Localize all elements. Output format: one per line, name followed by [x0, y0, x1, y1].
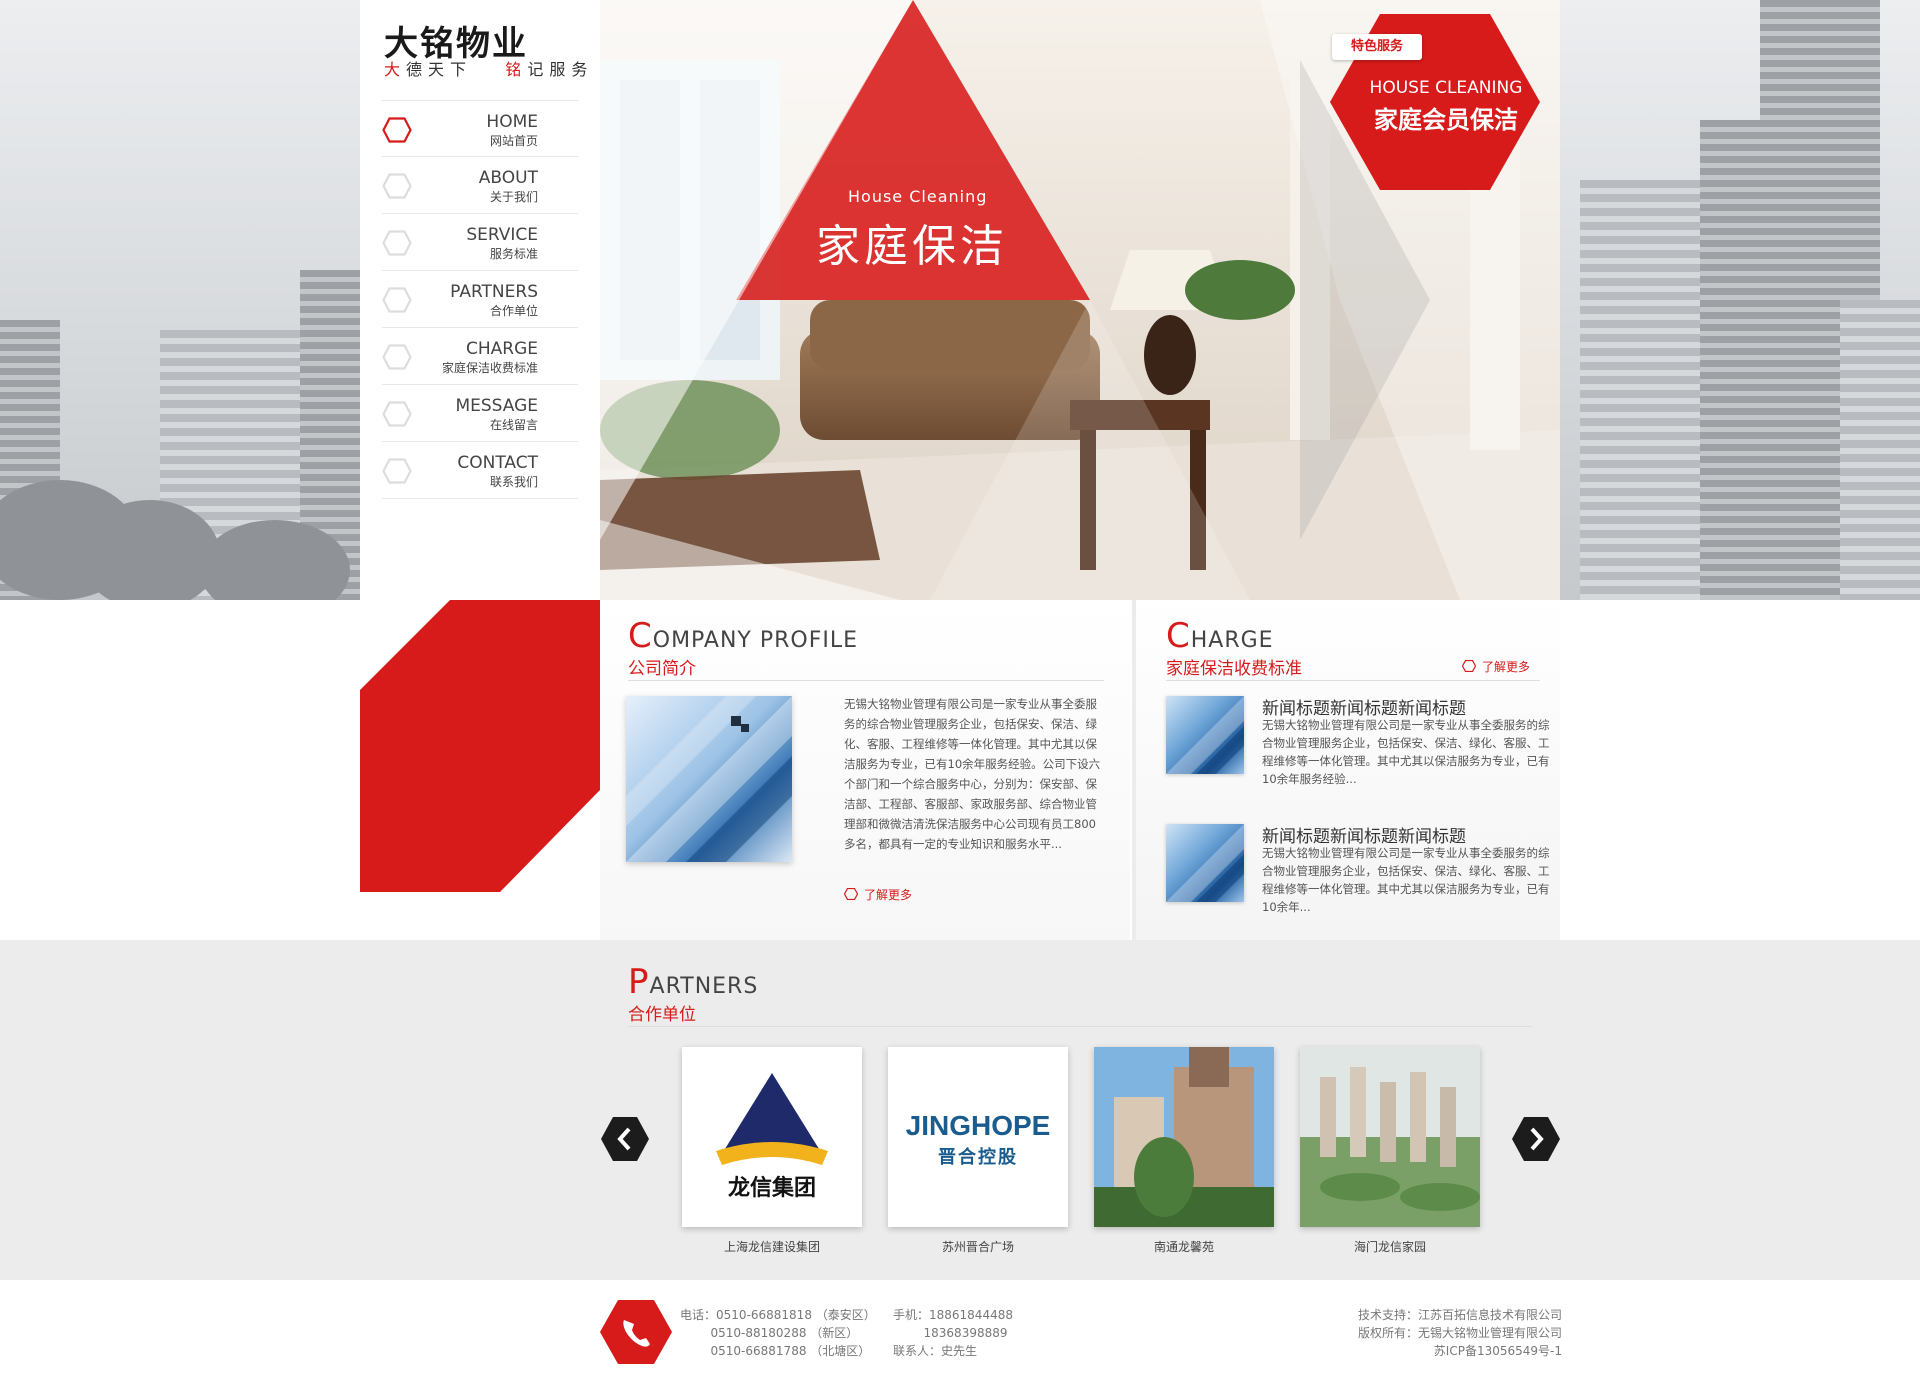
hexagon-icon — [382, 230, 412, 256]
partner-name: 苏州晋合广场 — [941, 1240, 1014, 1254]
partners-title-cn: 合作单位 — [628, 1005, 696, 1025]
news-summary: 无锡大铭物业管理有限公司是一家专业从事全委服务的综合物业管理服务企业，包括保安、… — [1262, 846, 1550, 914]
partner-name: 上海龙信建设集团 — [723, 1240, 820, 1254]
page: 大铭物业 大德天下 铭记服务 HOME 网站首页 ABOUT 关于我们 SERVICE 服… — [0, 0, 1920, 1380]
news-thumbnail[interactable] — [1166, 824, 1244, 902]
nav-label-en: HOME — [486, 112, 538, 132]
charge-title: CHARGE — [1166, 616, 1274, 656]
divider — [628, 680, 1104, 681]
charge-panel: CHARGE 家庭保洁收费标准 了解更多 新闻标题新闻标题新闻标题 无锡大铭物业… — [1132, 600, 1560, 940]
hexagon-icon — [844, 888, 858, 900]
profile-text: 无锡大铭物业管理有限公司是一家专业从事全委服务的综合物业管理服务企业，包括保安、… — [844, 697, 1101, 851]
carousel-next-button[interactable] — [1512, 1117, 1560, 1161]
nav-item-charge[interactable]: CHARGE 家庭保洁收费标准 — [382, 328, 578, 385]
sidebar: 大铭物业 大德天下 铭记服务 HOME 网站首页 ABOUT 关于我们 SERVICE 服… — [360, 0, 600, 600]
jinghope-logo: JINGHOPE 晋合控股 — [906, 1110, 1051, 1168]
svg-text:龙信集团: 龙信集团 — [728, 1175, 816, 1201]
nav-label-en: SERVICE — [466, 225, 538, 245]
nav-item-partners[interactable]: PARTNERS 合作单位 — [382, 271, 578, 328]
footer: 电话：0510-66881818 （泰安区） 0510-88180288 （新区… — [0, 1280, 1920, 1380]
nav-item-contact[interactable]: CONTACT 联系我们 — [382, 442, 578, 499]
content-section: COMPANY PROFILE 公司简介 无锡大铭物业管理有限公司是一家专业从事… — [600, 600, 1560, 940]
hero-subtitle: House Cleaning — [848, 187, 988, 206]
feature-tag: 特色服务 — [1332, 34, 1422, 60]
divider — [1166, 680, 1540, 681]
nav-label-cn: 服务标准 — [489, 247, 538, 261]
profile-more-link[interactable]: 了解更多 — [844, 886, 912, 903]
partner-card-longxin[interactable]: 龙信集团 — [682, 1047, 862, 1227]
partner-card-jinghope[interactable]: JINGHOPE 晋合控股 — [888, 1047, 1068, 1227]
nav-label-en: CHARGE — [465, 339, 538, 359]
hero-banner: House Cleaning 家庭保洁 特色服务 HOUSE CLEANING … — [600, 0, 1560, 600]
nav-label-cn: 在线留言 — [489, 418, 538, 432]
hexagon-icon — [1462, 660, 1476, 672]
svg-text:晋合控股: 晋合控股 — [938, 1146, 1018, 1168]
company-profile-panel: COMPANY PROFILE 公司简介 无锡大铭物业管理有限公司是一家专业从事… — [600, 600, 1130, 940]
hexagon-icon — [382, 117, 412, 143]
charge-title-cn: 家庭保洁收费标准 — [1166, 659, 1302, 679]
feature-badge-cn: 家庭会员保洁 — [1374, 105, 1518, 134]
divider — [628, 1026, 1532, 1027]
nav-item-message[interactable]: MESSAGE 在线留言 — [382, 385, 578, 442]
hexagon-icon — [382, 401, 412, 427]
longxin-logo: 龙信集团 — [716, 1073, 828, 1201]
nav-item-about[interactable]: ABOUT 关于我们 — [382, 157, 578, 214]
residential-render — [1300, 1047, 1480, 1227]
phone-icon — [600, 1300, 672, 1364]
nav-label-cn: 合作单位 — [489, 304, 538, 318]
nav-item-home[interactable]: HOME 网站首页 — [382, 100, 578, 157]
nav-label-cn: 关于我们 — [489, 190, 538, 204]
carousel-prev-button[interactable] — [601, 1117, 649, 1161]
nav-label-cn: 家庭保洁收费标准 — [441, 361, 538, 375]
footer-phones: 电话：0510-66881818 （泰安区） 0510-88180288 （新区… — [680, 1308, 876, 1358]
profile-title: COMPANY PROFILE — [628, 616, 859, 656]
feature-badge-en: HOUSE CLEANING — [1369, 78, 1523, 98]
nav-label-cn: 网站首页 — [489, 134, 538, 148]
footer-copyright: 技术支持：江苏百拓信息技术有限公司 版权所有：无锡大铭物业管理有限公司 苏ICP… — [1357, 1308, 1562, 1358]
nav-item-service[interactable]: SERVICE 服务标准 — [382, 214, 578, 271]
svg-text:JINGHOPE: JINGHOPE — [906, 1110, 1051, 1141]
profile-title-cn: 公司简介 — [628, 659, 696, 679]
nav-label-cn: 联系我们 — [489, 475, 538, 489]
hero-title: 家庭保洁 — [816, 221, 1008, 272]
hexagon-icon — [382, 458, 412, 484]
news-summary: 无锡大铭物业管理有限公司是一家专业从事全委服务的综合物业管理服务企业，包括保安、… — [1262, 718, 1550, 786]
partner-name: 南通龙馨苑 — [1153, 1240, 1214, 1254]
hexagon-icon — [382, 287, 412, 313]
partner-name: 海门龙信家园 — [1353, 1240, 1426, 1254]
hexagon-icon — [382, 344, 412, 370]
news-thumbnail[interactable] — [1166, 696, 1244, 774]
partner-card-haimen[interactable] — [1300, 1047, 1480, 1227]
footer-mobile: 手机：18861844488 18368398889 联系人：史先生 — [893, 1308, 1013, 1358]
nav-label-en: PARTNERS — [450, 282, 538, 302]
partners-title: PARTNERS — [628, 962, 759, 1002]
logo-slogan: 大德天下 铭记服务 — [384, 60, 594, 79]
nav-label-en: CONTACT — [457, 453, 538, 473]
nav-label-en: ABOUT — [478, 168, 538, 188]
building-photo — [1094, 1047, 1274, 1227]
nav-label-en: MESSAGE — [455, 396, 538, 416]
hexagon-icon — [382, 173, 412, 199]
profile-image — [626, 696, 792, 862]
charge-more-link[interactable]: 了解更多 — [1462, 658, 1530, 675]
partner-card-longxinyuan[interactable] — [1094, 1047, 1274, 1227]
main-nav: HOME 网站首页 ABOUT 关于我们 SERVICE 服务标准 PARTNERS 合作单位… — [382, 100, 578, 499]
